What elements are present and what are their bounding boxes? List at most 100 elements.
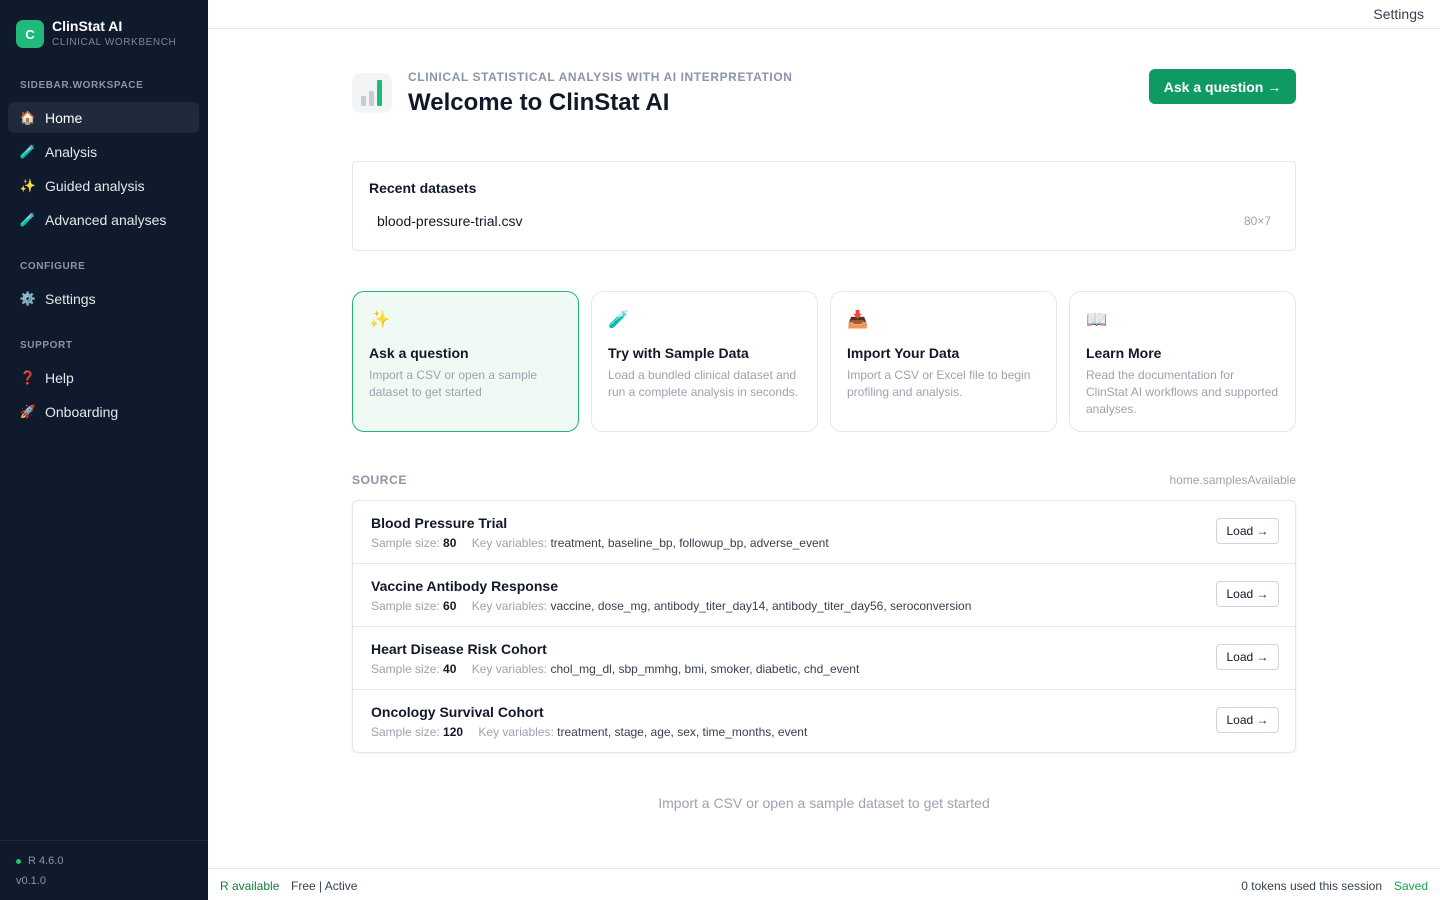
sample-name: Blood Pressure Trial xyxy=(371,515,508,531)
sample-row-heart-disease: Heart Disease Risk Cohort Sample size: 4… xyxy=(353,627,1295,690)
sample-dataset-list: Blood Pressure Trial Sample size: 80 Key… xyxy=(352,500,1296,753)
load-button[interactable]: Load → xyxy=(1216,518,1279,544)
card-ask-question[interactable]: ✨ Ask a question Import a CSV or open a … xyxy=(352,291,579,432)
test-tube-icon: 🧪 xyxy=(608,310,630,329)
key-variables-label: Key variables: xyxy=(471,662,548,676)
sidebar-item-home[interactable]: 🏠 Home xyxy=(8,102,199,133)
sidebar-footer: R 4.6.0 v0.1.0 xyxy=(0,840,208,900)
sidebar-item-label: Onboarding xyxy=(45,403,119,420)
sample-name: Vaccine Antibody Response xyxy=(371,578,558,594)
r-status: R available xyxy=(220,879,280,893)
status-dot-icon xyxy=(16,858,21,864)
empty-state-hint: Import a CSV or open a sample dataset to… xyxy=(658,795,990,811)
sample-row-vaccine: Vaccine Antibody Response Sample size: 6… xyxy=(353,564,1295,627)
brand-subtitle: CLINICAL WORKBENCH xyxy=(52,37,177,48)
recent-dataset-dims: 80×7 xyxy=(1243,214,1271,228)
load-button[interactable]: Load → xyxy=(1216,581,1279,607)
sample-size-value: 80 xyxy=(443,536,457,550)
sample-name: Heart Disease Risk Cohort xyxy=(371,641,547,657)
sidebar: C ClinStat AI CLINICAL WORKBENCH SIDEBAR… xyxy=(0,0,208,900)
load-button[interactable]: Load → xyxy=(1216,707,1279,733)
rocket-icon: 🚀 xyxy=(19,403,37,419)
sample-row-blood-pressure: Blood Pressure Trial Sample size: 80 Key… xyxy=(353,501,1295,564)
test-tube-icon: 🧪 xyxy=(19,211,37,227)
sample-size-label: Sample size: xyxy=(371,536,440,550)
open-book-icon: 📖 xyxy=(1086,310,1108,329)
sparkles-icon: ✨ xyxy=(369,310,391,329)
page-eyebrow: CLINICAL STATISTICAL ANALYSIS WITH AI IN… xyxy=(408,70,793,84)
card-description: Import a CSV or open a sample dataset to… xyxy=(369,368,538,399)
sidebar-section-configure: CONFIGURE xyxy=(20,261,86,272)
sample-size-label: Sample size: xyxy=(371,599,440,613)
r-version-label: R 4.6.0 xyxy=(28,855,64,867)
sidebar-item-label: Analysis xyxy=(45,143,98,160)
sample-meta: Sample size: 40 Key variables: chol_mg_d… xyxy=(371,662,859,676)
sidebar-item-label: Advanced analyses xyxy=(45,211,167,228)
save-status: Saved xyxy=(1393,879,1428,893)
sidebar-item-help[interactable]: ❓ Help xyxy=(8,362,199,393)
recent-dataset-name: blood-pressure-trial.csv xyxy=(377,213,523,229)
samples-available-label: home.samplesAvailable xyxy=(1169,473,1296,487)
sample-row-oncology: Oncology Survival Cohort Sample size: 12… xyxy=(353,690,1295,752)
brand-title: ClinStat AI xyxy=(52,18,123,34)
sidebar-item-label: Guided analysis xyxy=(45,177,145,194)
key-variables-label: Key variables: xyxy=(471,536,548,550)
brand[interactable]: C ClinStat AI CLINICAL WORKBENCH xyxy=(16,18,176,50)
gear-icon: ⚙️ xyxy=(19,290,37,306)
card-import-data[interactable]: 📥 Import Your Data Import a CSV or Excel… xyxy=(830,291,1057,432)
sidebar-item-onboarding[interactable]: 🚀 Onboarding xyxy=(8,396,199,427)
sample-size-value: 120 xyxy=(443,725,464,739)
bar-chart-icon xyxy=(352,73,392,113)
recent-datasets-title: Recent datasets xyxy=(369,180,477,196)
ask-question-button[interactable]: Ask a question → xyxy=(1149,69,1296,104)
plan-status: Free | Active xyxy=(291,879,358,893)
r-version: R 4.6.0 xyxy=(16,855,63,867)
brand-logo: C xyxy=(16,20,44,48)
card-title: Try with Sample Data xyxy=(608,345,749,361)
sidebar-item-guided-analysis[interactable]: ✨ Guided analysis xyxy=(8,170,199,201)
sidebar-item-label: Home xyxy=(45,109,83,126)
sample-name: Oncology Survival Cohort xyxy=(371,704,544,720)
inbox-tray-icon: 📥 xyxy=(847,310,869,329)
topbar: Settings xyxy=(208,0,1440,29)
sample-meta: Sample size: 60 Key variables: vaccine, … xyxy=(371,599,971,613)
action-cards: ✨ Ask a question Import a CSV or open a … xyxy=(352,291,1296,432)
card-learn-more[interactable]: 📖 Learn More Read the documentation for … xyxy=(1069,291,1296,432)
key-variables-value: treatment, baseline_bp, followup_bp, adv… xyxy=(550,536,829,550)
sidebar-item-advanced-analyses[interactable]: 🧪 Advanced analyses xyxy=(8,204,199,235)
recent-dataset-item[interactable]: blood-pressure-trial.csv 80×7 xyxy=(361,208,1287,234)
card-title: Ask a question xyxy=(369,345,469,361)
key-variables-label: Key variables: xyxy=(471,599,548,613)
sidebar-item-settings[interactable]: ⚙️ Settings xyxy=(8,283,199,314)
sparkles-icon: ✨ xyxy=(19,177,37,193)
sidebar-section-workspace: SIDEBAR.WORKSPACE xyxy=(20,80,144,91)
sample-meta: Sample size: 120 Key variables: treatmen… xyxy=(371,725,807,739)
sample-size-value: 60 xyxy=(443,599,457,613)
card-title: Learn More xyxy=(1086,345,1162,361)
home-icon: 🏠 xyxy=(19,109,37,125)
sample-size-label: Sample size: xyxy=(371,662,440,676)
key-variables-label: Key variables: xyxy=(478,725,554,739)
sample-size-label: Sample size: xyxy=(371,725,440,739)
load-button[interactable]: Load → xyxy=(1216,644,1279,670)
recent-datasets-panel: Recent datasets blood-pressure-trial.csv… xyxy=(352,161,1296,251)
status-bar: R available Free | Active 0 tokens used … xyxy=(208,868,1440,900)
sample-meta: Sample size: 80 Key variables: treatment… xyxy=(371,536,829,550)
page-title: Welcome to ClinStat AI xyxy=(408,89,670,116)
key-variables-value: chol_mg_dl, sbp_mmhg, bmi, smoker, diabe… xyxy=(550,662,860,676)
card-description: Import a CSV or Excel file to begin prof… xyxy=(847,368,1031,399)
question-icon: ❓ xyxy=(19,369,37,385)
sidebar-item-label: Help xyxy=(45,369,74,386)
sidebar-item-analysis[interactable]: 🧪 Analysis xyxy=(8,136,199,167)
card-description: Load a bundled clinical dataset and run … xyxy=(608,368,799,399)
topbar-settings-link[interactable]: Settings xyxy=(1373,6,1424,22)
key-variables-value: vaccine, dose_mg, antibody_titer_day14, … xyxy=(550,599,972,613)
card-sample-data[interactable]: 🧪 Try with Sample Data Load a bundled cl… xyxy=(591,291,818,432)
card-description: Read the documentation for ClinStat AI w… xyxy=(1086,368,1279,416)
key-variables-value: treatment, stage, age, sex, time_months,… xyxy=(557,725,808,739)
sidebar-item-label: Settings xyxy=(45,290,96,307)
source-section-label: SOURCE xyxy=(352,473,407,487)
token-usage: 0 tokens used this session xyxy=(1241,879,1382,893)
app-version: v0.1.0 xyxy=(16,875,46,887)
sample-size-value: 40 xyxy=(443,662,457,676)
